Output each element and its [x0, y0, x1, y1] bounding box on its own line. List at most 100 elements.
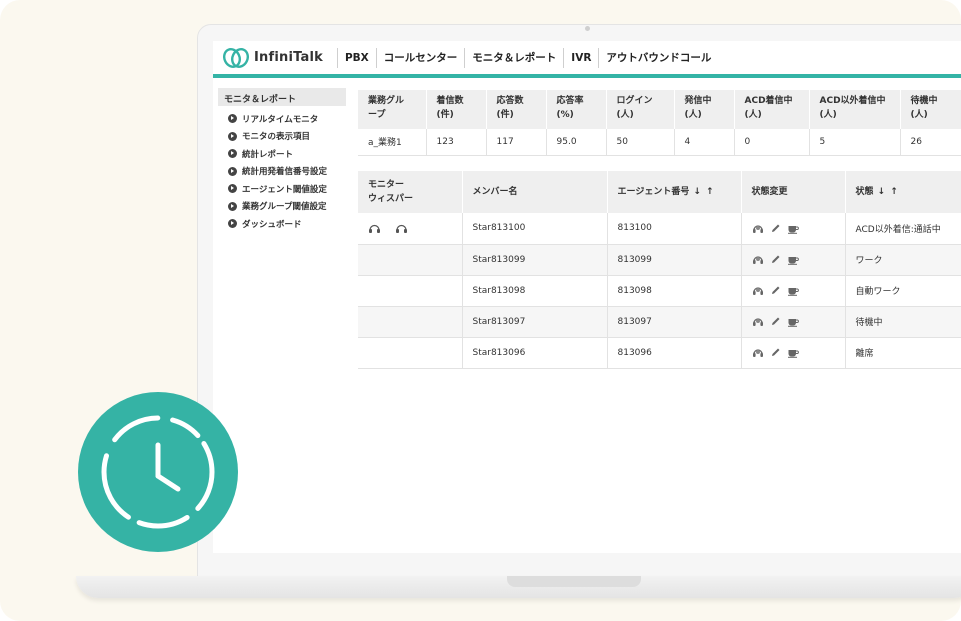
sidebar-list: リアルタイムモニタ モニタの表示項目 統計レポート 統計用発着信番号設定 エージ… [218, 106, 346, 233]
brand-logo[interactable]: InfiniTalk [223, 46, 323, 70]
header-line: モニター [368, 180, 405, 190]
monitor-icons [368, 223, 452, 234]
state-change-cell [741, 244, 846, 276]
sidebar-item-realtime-monitor[interactable]: リアルタイムモニタ [218, 110, 346, 128]
brand-name: InfiniTalk [254, 50, 323, 65]
monitor-headset-icon[interactable] [368, 223, 381, 234]
pencil-icon[interactable] [770, 316, 781, 327]
column-header-agent-number[interactable]: エージェント番号 ↓ ↑ [607, 171, 742, 213]
state-change-icons [752, 316, 835, 327]
agent-number-cell: 813096 [607, 337, 742, 369]
sidebar-item-dashboard[interactable]: ダッシュボード [218, 215, 346, 233]
header-line: ープ [368, 110, 386, 120]
sort-arrows-icon[interactable]: ↓ ↑ [693, 187, 714, 197]
headset-icon[interactable] [752, 223, 764, 234]
column-header: ACD着信中 (人) [734, 90, 810, 129]
member-cell: Star813097 [462, 306, 608, 338]
monitor-cell [358, 275, 463, 307]
state-change-icons [752, 254, 835, 265]
header-label: エージェント番号 [617, 187, 690, 197]
sidebar-item-label: モニタの表示項目 [242, 132, 311, 143]
header-line: (人) [910, 110, 928, 120]
column-header: ログイン (人) [606, 90, 675, 129]
member-cell: Star813100 [462, 213, 608, 245]
coffee-icon[interactable] [787, 347, 800, 358]
header-line: (%) [556, 110, 574, 120]
column-header: 業務グル ープ [358, 90, 427, 129]
header-line: (人) [684, 110, 702, 120]
state-change-icons [752, 285, 835, 296]
coffee-icon[interactable] [787, 223, 800, 234]
header-line: (件) [436, 110, 454, 120]
state-cell: 待機中 [845, 306, 961, 338]
headset-icon[interactable] [752, 347, 764, 358]
infinity-logo-icon [223, 47, 249, 68]
table-cell: 50 [606, 129, 675, 156]
sidebar-item-label: 統計用発着信番号設定 [242, 167, 328, 178]
state-change-cell [741, 337, 846, 369]
coffee-icon[interactable] [787, 316, 800, 327]
table-row: Star813099 813099 ワーク [358, 244, 961, 276]
pencil-icon[interactable] [770, 347, 781, 358]
state-cell: ワーク [845, 244, 961, 276]
header-line: 応答率 [556, 96, 584, 106]
nav-item-ivr[interactable]: IVR [563, 47, 598, 68]
column-header-state-change: 状態変更 [741, 171, 846, 213]
table-row: Star813096 813096 離席 [358, 337, 961, 369]
laptop-notch [507, 576, 641, 587]
summary-row: a_業務1 123 117 95.0 50 4 0 5 26 [358, 129, 961, 156]
column-header: ACD以外着信中 (人) [809, 90, 901, 129]
sidebar-item-group-threshold[interactable]: 業務グループ閾値設定 [218, 198, 346, 216]
state-change-cell [741, 275, 846, 307]
sidebar-item-monitor-display[interactable]: モニタの表示項目 [218, 128, 346, 146]
sidebar-item-agent-threshold[interactable]: エージェント閾値設定 [218, 180, 346, 198]
header-label: 状態 [855, 187, 874, 197]
pencil-icon[interactable] [770, 285, 781, 296]
monitor-cell [358, 244, 463, 276]
sidebar-item-stats-numbers[interactable]: 統計用発着信番号設定 [218, 163, 346, 181]
table-cell: a_業務1 [358, 129, 427, 156]
state-cell: 自動ワーク [845, 275, 961, 307]
arrow-bullet-icon [228, 201, 237, 211]
nav-item-callcenter[interactable]: コールセンター [375, 47, 465, 68]
monitor-cell [358, 213, 463, 245]
header-line: (人) [819, 110, 837, 120]
coffee-icon[interactable] [787, 285, 800, 296]
sidebar-item-label: ダッシュボード [242, 219, 302, 230]
headset-icon[interactable] [752, 254, 764, 265]
table-row: Star813098 813098 自動ワーク [358, 275, 961, 307]
agent-table-body: Star813100 813100 ACD以外着信:通話中 Star813099 813… [358, 213, 961, 369]
agent-number-cell: 813098 [607, 275, 742, 307]
table-cell: 0 [734, 129, 810, 156]
nav-item-monitor-report[interactable]: モニタ＆レポート [464, 47, 563, 68]
header-line: 発信中 [684, 96, 712, 106]
nav-item-outbound[interactable]: アウトバウンドコール [598, 47, 718, 68]
headset-icon[interactable] [752, 316, 764, 327]
column-header-member: メンバー名 [462, 171, 608, 213]
column-header: 待機中 (人) [900, 90, 961, 129]
sidebar-item-label: リアルタイムモニタ [242, 114, 319, 125]
state-change-icons [752, 347, 835, 358]
sidebar-item-stats-report[interactable]: 統計レポート [218, 145, 346, 163]
sidebar-title: モニタ＆レポート [218, 88, 346, 106]
member-cell: Star813098 [462, 275, 608, 307]
pencil-icon[interactable] [770, 254, 781, 265]
nav-item-pbx[interactable]: PBX [336, 47, 376, 68]
pencil-icon[interactable] [770, 223, 781, 234]
column-header-state[interactable]: 状態 ↓ ↑ [845, 171, 961, 213]
header-line: ACD着信中 [744, 96, 793, 106]
sidebar-item-label: 業務グループ閾値設定 [242, 202, 327, 213]
arrow-bullet-icon [228, 149, 237, 159]
header-line: ウィスパー [368, 194, 414, 204]
headset-icon[interactable] [752, 285, 764, 296]
sidebar: モニタ＆レポート リアルタイムモニタ モニタの表示項目 統計レポート 統計用発着… [218, 88, 346, 233]
state-change-cell [741, 306, 846, 338]
state-change-cell [741, 213, 846, 245]
whisper-headset-icon[interactable] [395, 223, 408, 234]
header-line: 応答数 [496, 96, 524, 106]
coffee-icon[interactable] [787, 254, 800, 265]
sort-arrows-icon[interactable]: ↓ ↑ [878, 187, 899, 197]
monitor-cell [358, 337, 463, 369]
laptop-camera [585, 26, 590, 31]
table-cell: 4 [674, 129, 735, 156]
